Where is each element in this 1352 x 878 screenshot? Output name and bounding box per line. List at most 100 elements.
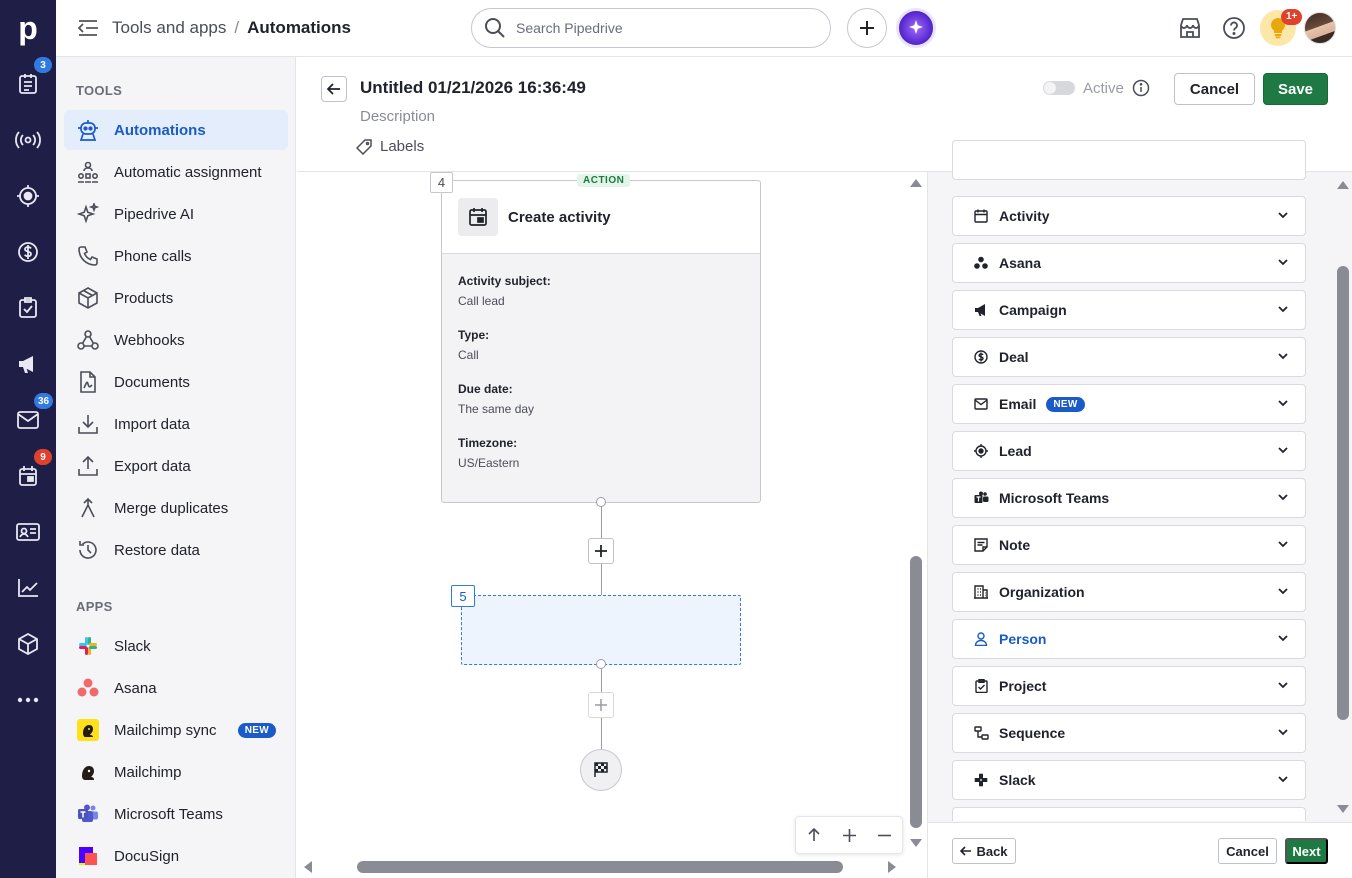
scroll-up-arrow-icon[interactable] xyxy=(907,176,925,190)
save-button[interactable]: Save xyxy=(1263,73,1328,105)
asana-icon xyxy=(973,255,989,271)
active-toggle[interactable] xyxy=(1043,81,1075,95)
category-note[interactable]: Note xyxy=(952,525,1306,565)
automation-title[interactable]: Untitled 01/21/2026 16:36:49 xyxy=(360,78,586,98)
rail-projects-icon[interactable] xyxy=(0,288,56,328)
sidebar-item-phone-calls[interactable]: Phone calls xyxy=(64,236,288,276)
sidebar-item-mailchimp-sync[interactable]: Mailchimp sync NEW xyxy=(64,710,288,750)
zoom-in-icon[interactable] xyxy=(843,828,856,842)
next-button[interactable]: Next xyxy=(1285,838,1328,864)
pipedrive-logo[interactable]: p xyxy=(14,11,42,45)
info-icon[interactable] xyxy=(1132,79,1150,97)
new-step-placeholder[interactable] xyxy=(461,595,741,665)
sidebar-item-automations[interactable]: Automations xyxy=(64,110,288,150)
category-sequence[interactable]: Sequence xyxy=(952,713,1306,753)
rail-broadcast-icon[interactable] xyxy=(0,120,56,160)
action-step-card[interactable]: Create activity Activity subject: Call l… xyxy=(441,180,761,503)
category-slack[interactable]: Slack xyxy=(952,760,1306,800)
sidebar-item-slack[interactable]: Slack xyxy=(64,626,288,666)
category-deal[interactable]: Deal xyxy=(952,337,1306,377)
scroll-left-arrow-icon[interactable] xyxy=(301,858,315,876)
sidebar-item-mailchimp[interactable]: Mailchimp xyxy=(64,752,288,792)
category-label: Email xyxy=(999,396,1037,412)
field-timezone: Timezone: US/Eastern xyxy=(442,436,760,470)
back-arrow-button[interactable] xyxy=(321,76,347,102)
scroll-down-arrow-icon[interactable] xyxy=(1334,802,1352,816)
scroll-thumb[interactable] xyxy=(1337,266,1349,720)
category-activity[interactable]: Activity xyxy=(952,196,1306,236)
sidebar-item-label: Products xyxy=(114,289,174,307)
sidebar-item-label: Automatic assignment xyxy=(114,163,262,181)
category-project[interactable]: Project xyxy=(952,666,1306,706)
scroll-thumb[interactable] xyxy=(910,556,922,828)
sidebar-item-label: Restore data xyxy=(114,541,200,559)
collapse-menu-icon[interactable] xyxy=(78,18,100,40)
sidebar-item-automatic-assignment[interactable]: Automatic assignment xyxy=(64,152,288,192)
workflow-canvas[interactable]: Create activity Activity subject: Call l… xyxy=(297,172,927,878)
breadcrumb-tools-and-apps[interactable]: Tools and apps xyxy=(112,18,226,38)
rail-insights-icon[interactable] xyxy=(0,568,56,608)
chevron-down-icon xyxy=(1277,585,1289,597)
add-step-button[interactable] xyxy=(588,538,614,564)
category-microsoft-teams[interactable]: Microsoft Teams xyxy=(952,478,1306,518)
sidebar-item-microsoft-teams[interactable]: Microsoft Teams xyxy=(64,794,288,834)
user-avatar[interactable] xyxy=(1304,12,1336,44)
field-value: The same day xyxy=(458,402,535,416)
search-box[interactable] xyxy=(471,8,831,48)
scroll-thumb[interactable] xyxy=(357,861,843,873)
sidebar-item-documents[interactable]: Documents xyxy=(64,362,288,402)
rail-contacts-icon[interactable] xyxy=(0,512,56,552)
sidebar-item-label: DocuSign xyxy=(114,847,180,865)
description-field[interactable]: Description xyxy=(360,108,435,125)
back-button[interactable]: Back xyxy=(952,838,1016,864)
category-item-partial[interactable] xyxy=(952,140,1306,180)
breadcrumb: Tools and apps / Automations xyxy=(112,18,351,38)
sidebar-item-pipedrive-ai[interactable]: Pipedrive AI xyxy=(64,194,288,234)
category-item-partial[interactable] xyxy=(952,807,1306,821)
help-icon[interactable] xyxy=(1222,16,1246,40)
add-step-button-disabled[interactable] xyxy=(588,692,614,718)
category-asana[interactable]: Asana xyxy=(952,243,1306,283)
fit-to-top-icon[interactable] xyxy=(807,828,821,842)
panel-cancel-button[interactable]: Cancel xyxy=(1218,838,1277,864)
sidebar-item-docusign[interactable]: DocuSign xyxy=(64,836,288,876)
sidebar-item-merge-duplicates[interactable]: Merge duplicates xyxy=(64,488,288,528)
sidebar-item-webhooks[interactable]: Webhooks xyxy=(64,320,288,360)
ai-assistant-button[interactable] xyxy=(896,8,936,48)
chevron-down-icon xyxy=(1277,632,1289,644)
rail-campaigns-icon[interactable] xyxy=(0,344,56,384)
sidebar-item-restore-data[interactable]: Restore data xyxy=(64,530,288,570)
megaphone-icon xyxy=(973,302,989,318)
category-person[interactable]: Person xyxy=(952,619,1306,659)
connector-line xyxy=(601,564,602,595)
scroll-down-arrow-icon[interactable] xyxy=(907,836,925,850)
sidebar-item-label: Pipedrive AI xyxy=(114,205,195,223)
cancel-button[interactable]: Cancel xyxy=(1174,73,1255,105)
slack-icon xyxy=(973,772,989,788)
rail-more-icon[interactable] xyxy=(0,680,56,720)
rail-leads-icon[interactable] xyxy=(0,176,56,216)
search-input[interactable] xyxy=(516,20,796,36)
chevron-down-icon xyxy=(1277,538,1289,550)
category-organization[interactable]: Organization xyxy=(952,572,1306,612)
labels-button[interactable]: Labels xyxy=(356,138,424,155)
scroll-right-arrow-icon[interactable] xyxy=(885,858,899,876)
panel-vertical-scrollbar[interactable] xyxy=(1333,172,1351,822)
canvas-vertical-scrollbar[interactable] xyxy=(907,172,925,852)
scroll-up-arrow-icon[interactable] xyxy=(1334,178,1352,192)
sidebar-item-label: Asana xyxy=(114,679,157,697)
sidebar-item-asana[interactable]: Asana xyxy=(64,668,288,708)
rail-products-icon[interactable] xyxy=(0,624,56,664)
category-lead[interactable]: Lead xyxy=(952,431,1306,471)
sidebar-item-export-data[interactable]: Export data xyxy=(64,446,288,486)
connector-line xyxy=(601,718,602,749)
quick-add-button[interactable] xyxy=(847,8,887,48)
rail-deals-icon[interactable] xyxy=(0,232,56,272)
category-email[interactable]: Email NEW xyxy=(952,384,1306,424)
marketplace-icon[interactable] xyxy=(1178,16,1202,40)
canvas-horizontal-scrollbar[interactable] xyxy=(297,856,903,878)
zoom-out-icon[interactable] xyxy=(878,829,891,842)
sidebar-item-products[interactable]: Products xyxy=(64,278,288,318)
sidebar-item-import-data[interactable]: Import data xyxy=(64,404,288,444)
category-campaign[interactable]: Campaign xyxy=(952,290,1306,330)
